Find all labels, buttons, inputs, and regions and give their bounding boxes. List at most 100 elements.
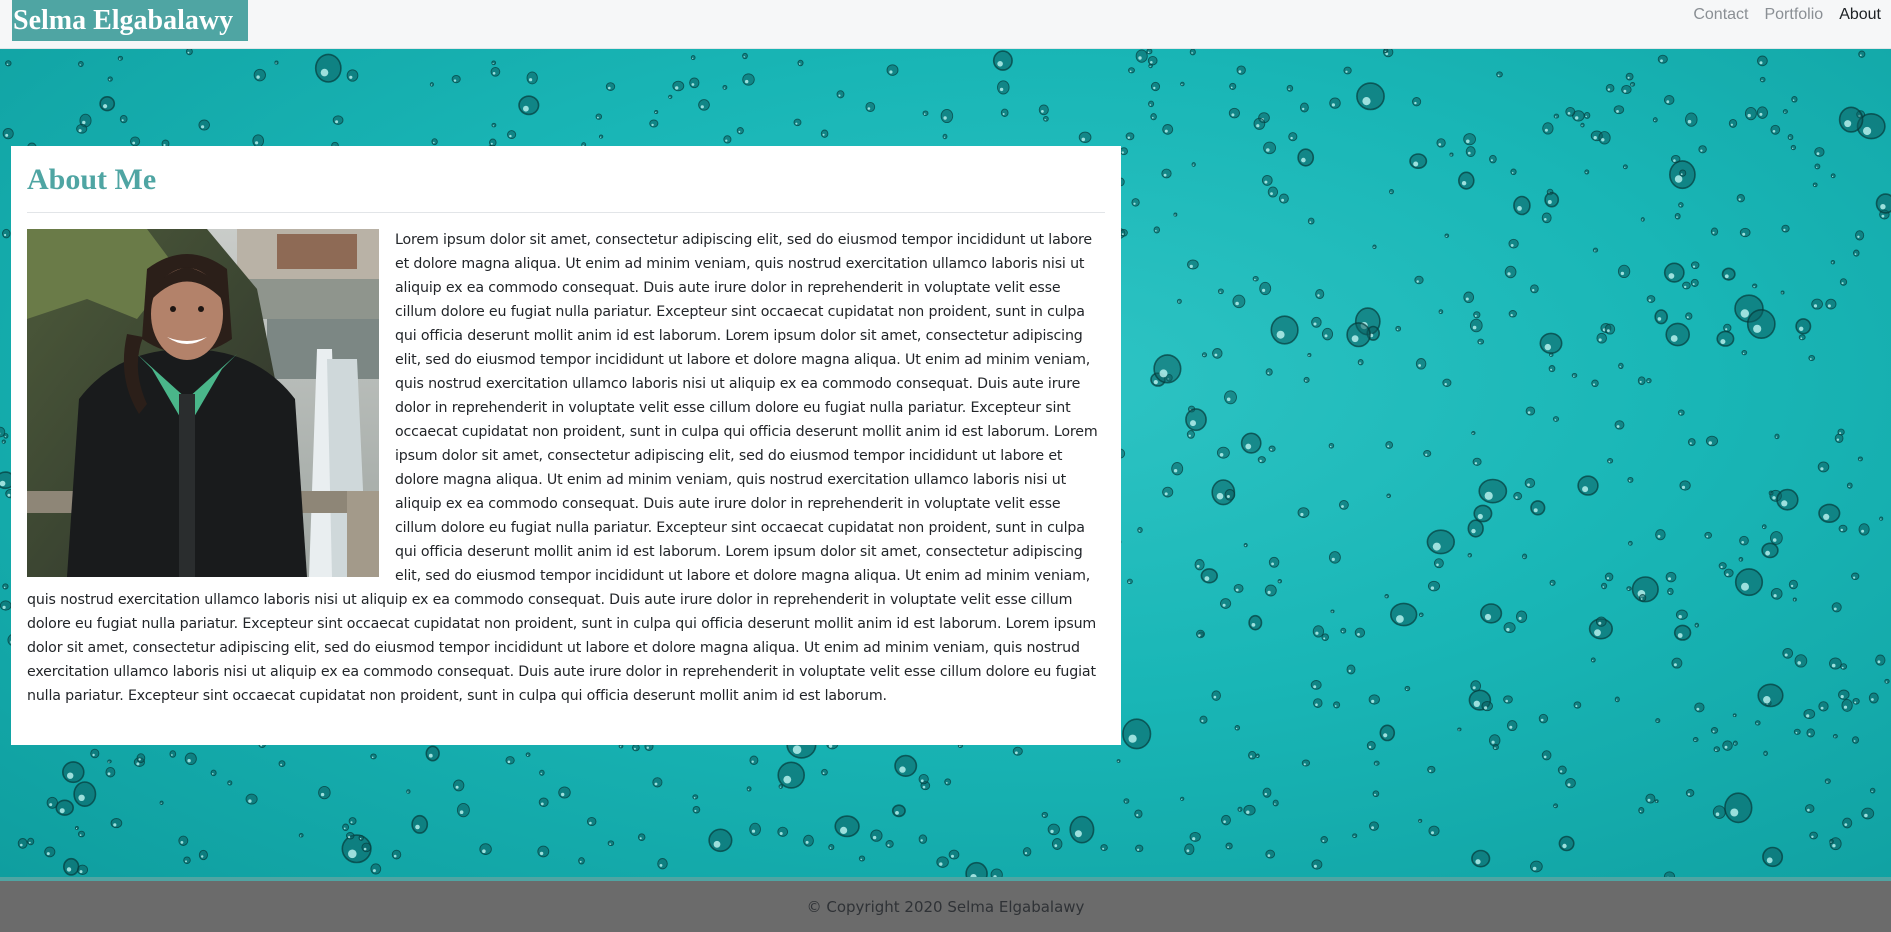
water-drop [1780, 290, 1785, 295]
divider [27, 212, 1105, 213]
water-drop [749, 822, 761, 836]
water-drop [1369, 821, 1379, 831]
water-drop [1504, 265, 1517, 279]
water-drop [1776, 488, 1799, 511]
hero-background: About Me Lorem ipsum dolor sit amet, con… [0, 49, 1891, 877]
water-drop [1626, 586, 1632, 591]
water-drop [1265, 849, 1276, 859]
water-drop [836, 90, 845, 99]
water-drop [1307, 217, 1315, 225]
water-drop [1119, 147, 1128, 156]
water-drop [828, 844, 835, 851]
water-drop [1307, 352, 1312, 358]
water-drop [1047, 823, 1060, 836]
water-drop [74, 825, 79, 830]
water-drop [944, 778, 952, 786]
water-drop [1596, 332, 1607, 344]
water-drop [1682, 281, 1691, 290]
water-drop [1604, 323, 1616, 335]
water-drop [1677, 409, 1685, 416]
water-drop [1761, 524, 1767, 530]
water-drop [1830, 259, 1836, 265]
water-drop [159, 800, 164, 805]
water-drop [1541, 750, 1552, 761]
water-drop [1530, 500, 1546, 516]
water-drop [1824, 778, 1831, 784]
water-drop [1595, 616, 1607, 627]
water-drop [1489, 154, 1497, 164]
water-drop [425, 745, 440, 762]
water-drop [105, 766, 116, 778]
water-drop [62, 857, 80, 876]
water-drop [870, 829, 883, 842]
water-drop [17, 838, 28, 849]
water-drop [1831, 602, 1842, 613]
nav-link-contact[interactable]: Contact [1693, 6, 1748, 24]
water-drop [1123, 798, 1130, 804]
water-drop [1829, 657, 1842, 670]
water-drop [742, 73, 755, 86]
water-drop [607, 840, 615, 847]
water-drop [1404, 685, 1411, 692]
water-drop [1673, 624, 1692, 641]
nav-link-about[interactable]: About [1839, 6, 1881, 24]
water-drop [1622, 164, 1628, 170]
water-drop [1100, 844, 1108, 852]
water-drop [942, 133, 948, 140]
water-drop [1806, 728, 1815, 738]
water-drop [1613, 105, 1625, 115]
water-drop [1513, 195, 1531, 216]
water-drop [411, 814, 429, 834]
water-drop [178, 835, 189, 846]
water-drop [1051, 838, 1063, 850]
water-drop [1770, 124, 1781, 135]
brand-logo[interactable]: Selma Elgabalawy [12, 0, 248, 41]
water-drop [1690, 261, 1700, 270]
water-drop [1467, 519, 1484, 538]
water-drop [1678, 202, 1684, 208]
water-drop [1503, 695, 1513, 704]
water-drop [1674, 212, 1681, 220]
water-drop [1553, 803, 1559, 809]
water-drop [1637, 376, 1646, 386]
water-drop [692, 794, 699, 800]
water-drop [1522, 553, 1528, 560]
water-drop [1590, 657, 1596, 663]
water-drop [1313, 698, 1323, 708]
water-drop [1234, 725, 1241, 731]
water-drop [1299, 102, 1309, 113]
water-drop [1496, 71, 1503, 78]
water-drop [948, 849, 960, 860]
water-drop [940, 108, 954, 124]
water-drop [1212, 348, 1223, 359]
nav-link-portfolio[interactable]: Portfolio [1764, 6, 1823, 24]
water-drop [1278, 193, 1289, 204]
water-drop [1428, 825, 1440, 837]
water-drop [1315, 289, 1325, 300]
water-drop [1713, 746, 1721, 753]
water-drop [1538, 713, 1549, 724]
water-drop [1038, 104, 1049, 116]
water-drop [632, 743, 640, 752]
water-drop [1675, 609, 1688, 620]
water-drop [654, 109, 659, 115]
water-drop [1412, 97, 1422, 107]
water-drop [578, 857, 585, 865]
water-drop [1739, 535, 1749, 546]
water-drop [1716, 330, 1735, 347]
water-drop [1553, 113, 1560, 119]
water-drop [1000, 108, 1009, 117]
water-drop [518, 95, 540, 116]
water-drop [1571, 372, 1578, 378]
water-drop [1818, 701, 1829, 712]
water-drop [605, 82, 616, 91]
water-drop [361, 842, 372, 853]
water-drop [1436, 138, 1446, 148]
portrait-illustration [27, 229, 379, 577]
page-title: About Me [27, 163, 157, 196]
water-drop [0, 600, 12, 611]
water-drop [1492, 744, 1499, 751]
water-drop [1186, 430, 1195, 439]
water-drop [1389, 188, 1394, 195]
water-drop [1638, 594, 1647, 602]
